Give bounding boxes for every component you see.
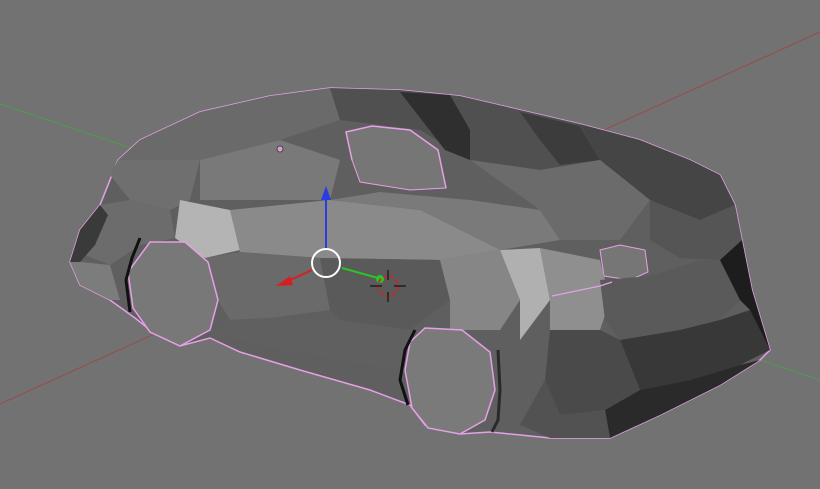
- lower-panel: [540, 248, 610, 330]
- window-opening: [599, 244, 649, 281]
- object-origin-icon[interactable]: [276, 145, 284, 153]
- 3d-viewport[interactable]: [0, 0, 820, 489]
- viewport-canvas[interactable]: [0, 0, 820, 489]
- car-mesh[interactable]: [69, 87, 771, 439]
